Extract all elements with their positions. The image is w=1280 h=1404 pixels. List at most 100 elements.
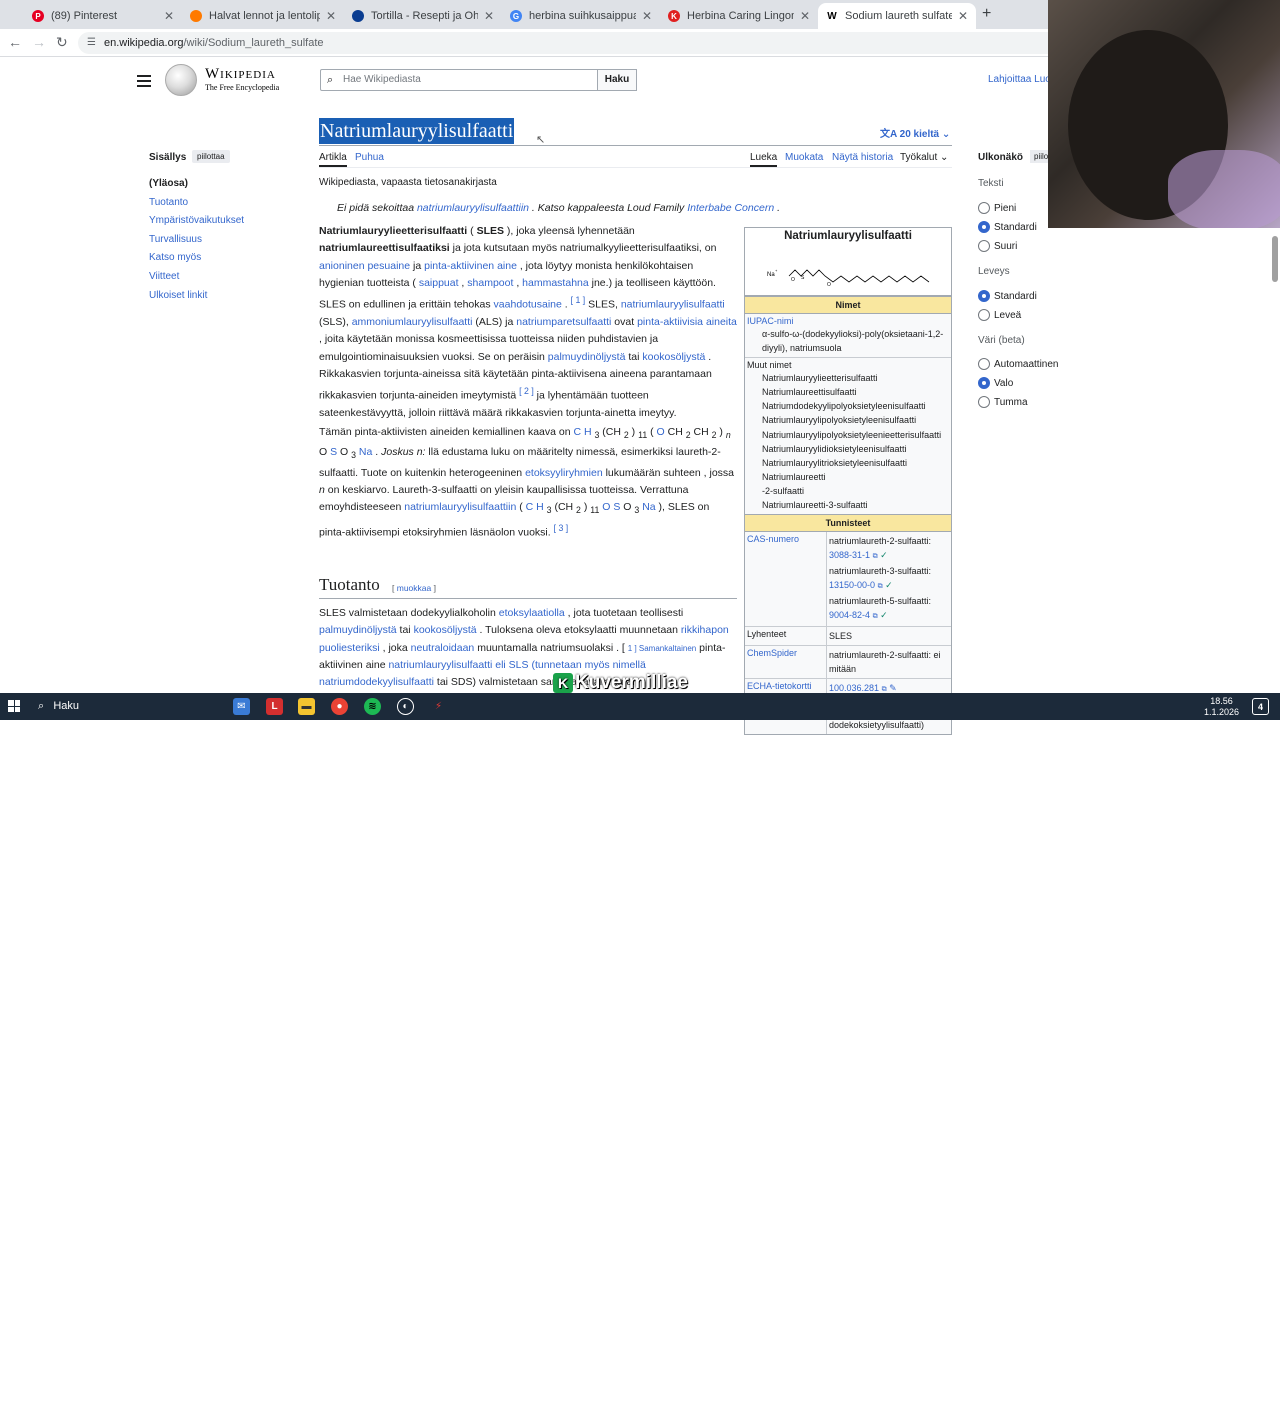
structure-image[interactable]: Na + O S O bbox=[745, 246, 951, 296]
close-tab-icon[interactable]: ✕ bbox=[484, 9, 494, 23]
toc-item-ymparisto[interactable]: Ympäristövaikutukset bbox=[149, 215, 244, 234]
color-dark-radio[interactable]: Tumma bbox=[978, 396, 1028, 408]
toc-item-turvallisuus[interactable]: Turvallisuus bbox=[149, 234, 244, 253]
edit-pencil-icon[interactable]: ✎ bbox=[889, 683, 897, 693]
cas-values: natriumlaureth-2-sulfaatti: 3088-31-1 ⧉ … bbox=[829, 536, 932, 621]
main-menu-icon[interactable] bbox=[137, 72, 151, 90]
chevron-down-icon: ⌄ bbox=[940, 152, 949, 163]
text-size-large-radio[interactable]: Suuri bbox=[978, 240, 1017, 252]
text-size-label: Teksti bbox=[978, 178, 1004, 189]
lead-paragraph: Natriumlauryylieetterisulfaatti ( SLES )… bbox=[319, 225, 737, 419]
toc-item-viitteet[interactable]: Viitteet bbox=[149, 271, 244, 290]
check-icon: ✓ bbox=[880, 550, 888, 561]
spotify-icon[interactable]: ≋ bbox=[364, 698, 381, 715]
windows-start-icon[interactable] bbox=[8, 700, 20, 712]
hatnote-link[interactable]: natriumlauryylisulfaattiin bbox=[417, 202, 529, 214]
app-icon[interactable]: ⚡ bbox=[430, 698, 447, 715]
close-tab-icon[interactable]: ✕ bbox=[642, 9, 652, 23]
color-light-radio[interactable]: Valo bbox=[978, 377, 1013, 389]
close-tab-icon[interactable]: ✕ bbox=[164, 9, 174, 23]
text-size-small-radio[interactable]: Pieni bbox=[978, 202, 1016, 214]
toc-heading: Sisällys bbox=[149, 152, 187, 163]
wikipedia-icon: W bbox=[826, 10, 838, 22]
wikipedia-globe-logo[interactable] bbox=[165, 64, 197, 96]
tab-edit[interactable]: Muokata bbox=[785, 152, 823, 163]
chemspider-row: ChemSpider natriumlaureth-2-sulfaatti: e… bbox=[745, 646, 951, 680]
search-input[interactable]: ⌕ Hae Wikipediasta bbox=[320, 69, 598, 91]
tab-google[interactable]: G herbina suihkusaippua - Googl✕ bbox=[502, 3, 660, 29]
toc-item-ulkoiset[interactable]: Ulkoiset linkit bbox=[149, 290, 244, 309]
tab-flights[interactable]: Halvat lennot ja lentoliput kaikk✕ bbox=[182, 3, 344, 29]
infobox-section-ids: Tunnisteet bbox=[745, 514, 951, 533]
chemspider-key[interactable]: ChemSpider bbox=[745, 646, 827, 679]
external-link-icon: ⧉ bbox=[877, 583, 883, 591]
valio-icon bbox=[352, 10, 364, 22]
tab-read[interactable]: Lueka bbox=[750, 152, 778, 167]
close-tab-icon[interactable]: ✕ bbox=[800, 9, 810, 23]
url-field[interactable]: ☰ en.wikipedia.org/wiki/Sodium_laureth_s… bbox=[78, 32, 1078, 54]
iupac-value: α-sulfo-ω-(dodekyylioksi)-poly(oksietaan… bbox=[745, 326, 951, 359]
infobox: Natriumlauryylisulfaatti Na + O S O Nime… bbox=[744, 227, 952, 736]
forward-icon[interactable]: → bbox=[32, 34, 46, 50]
cas-link[interactable]: 3088-31-1 bbox=[829, 550, 870, 560]
l-app-icon[interactable]: L bbox=[266, 698, 283, 715]
toc-hide-button[interactable]: piilottaa bbox=[192, 150, 230, 163]
tab-pinterest[interactable]: P (89) Pinterest ✕ bbox=[24, 3, 182, 29]
cas-link[interactable]: 9004-82-4 bbox=[829, 610, 870, 620]
hatnote-link[interactable]: Interbabe Concern bbox=[687, 202, 774, 214]
new-tab-button[interactable]: + bbox=[982, 5, 991, 23]
toc-item-top[interactable]: (Yläosa) bbox=[149, 178, 244, 197]
google-icon: G bbox=[510, 10, 522, 22]
reload-icon[interactable]: ↻ bbox=[56, 34, 68, 51]
tabs-divider bbox=[319, 167, 952, 168]
taskbar-search[interactable]: ⌕ Haku bbox=[38, 700, 79, 713]
toc-item-katso-myos[interactable]: Katso myös bbox=[149, 252, 244, 271]
webcam-overlay bbox=[1048, 0, 1280, 228]
scrollbar-thumb[interactable] bbox=[1272, 236, 1278, 282]
chrome-icon[interactable]: ● bbox=[331, 698, 348, 715]
watermark-logo-icon: K bbox=[553, 673, 573, 693]
tab-wikipedia[interactable]: W Sodium laureth sulfate - Wikipe✕ bbox=[818, 3, 976, 29]
system-tray-icons[interactable]: ˄ ◍ ◙ ◫ ♪ ✎ ☁ bbox=[1090, 1393, 1225, 1404]
tab-tools[interactable]: Työkalut ⌄ bbox=[900, 152, 948, 163]
abbr-row: Lyhenteet SLES bbox=[745, 627, 951, 647]
abbr-key: Lyhenteet bbox=[745, 627, 827, 646]
tab-talk[interactable]: Puhua bbox=[355, 152, 384, 163]
mail-app-icon[interactable]: ✉ bbox=[233, 698, 250, 715]
close-tab-icon[interactable]: ✕ bbox=[958, 9, 968, 23]
external-link-icon: ⧉ bbox=[872, 553, 878, 561]
formula-paragraph: Tämän pinta-aktiivisten aineiden kemiall… bbox=[319, 426, 734, 539]
svg-text:+: + bbox=[775, 268, 778, 273]
tab-history[interactable]: Näytä historia bbox=[832, 152, 893, 163]
width-label: Leveys bbox=[978, 266, 1010, 277]
back-icon[interactable]: ← bbox=[8, 34, 22, 50]
tab-valio[interactable]: Tortilla - Resepti ja Ohje - Valio✕ bbox=[344, 3, 502, 29]
check-icon: ✓ bbox=[880, 610, 888, 621]
tab-article[interactable]: Artikla bbox=[319, 152, 347, 167]
echa-link[interactable]: 100.036.281 bbox=[829, 683, 879, 693]
obs-icon[interactable]: ◐ bbox=[397, 698, 414, 715]
tab-herbina[interactable]: K Herbina Caring Lingonberry 25✕ bbox=[660, 3, 818, 29]
language-button[interactable]: 文A 20 kieltä ⌄ bbox=[880, 125, 950, 140]
file-explorer-icon[interactable]: ▬ bbox=[298, 698, 315, 715]
section-divider bbox=[319, 598, 737, 599]
close-tab-icon[interactable]: ✕ bbox=[326, 9, 336, 23]
cas-link[interactable]: 13150-00-0 bbox=[829, 580, 875, 590]
width-wide-radio[interactable]: Leveä bbox=[978, 309, 1021, 321]
iupac-key[interactable]: IUPAC-nimi bbox=[745, 314, 951, 326]
section-edit-link[interactable]: [ muokkaa ] bbox=[392, 583, 436, 593]
site-info-icon[interactable]: ☰ bbox=[87, 32, 96, 54]
chemspider-value: natriumlaureth-2-sulfaatti: ei mitään bbox=[829, 650, 941, 675]
wikipedia-wordmark[interactable]: Wikipedia bbox=[205, 66, 276, 83]
taskbar-clock[interactable]: 18.56 1.1.2026 bbox=[1204, 696, 1239, 718]
search-button[interactable]: Haku bbox=[597, 69, 637, 91]
flights-icon bbox=[190, 10, 202, 22]
cas-key[interactable]: CAS-numero bbox=[745, 532, 827, 627]
hatnote: Ei pidä sekoittaa natriumlauryylisulfaat… bbox=[337, 202, 781, 214]
donate-link[interactable]: Lahjoittaa Luo bbox=[988, 74, 1051, 85]
text-size-standard-radio[interactable]: Standardi bbox=[978, 221, 1037, 233]
notification-icon[interactable]: 4 bbox=[1252, 698, 1269, 715]
color-auto-radio[interactable]: Automaattinen bbox=[978, 358, 1059, 370]
width-standard-radio[interactable]: Standardi bbox=[978, 290, 1037, 302]
toc-item-tuotanto[interactable]: Tuotanto bbox=[149, 197, 244, 216]
